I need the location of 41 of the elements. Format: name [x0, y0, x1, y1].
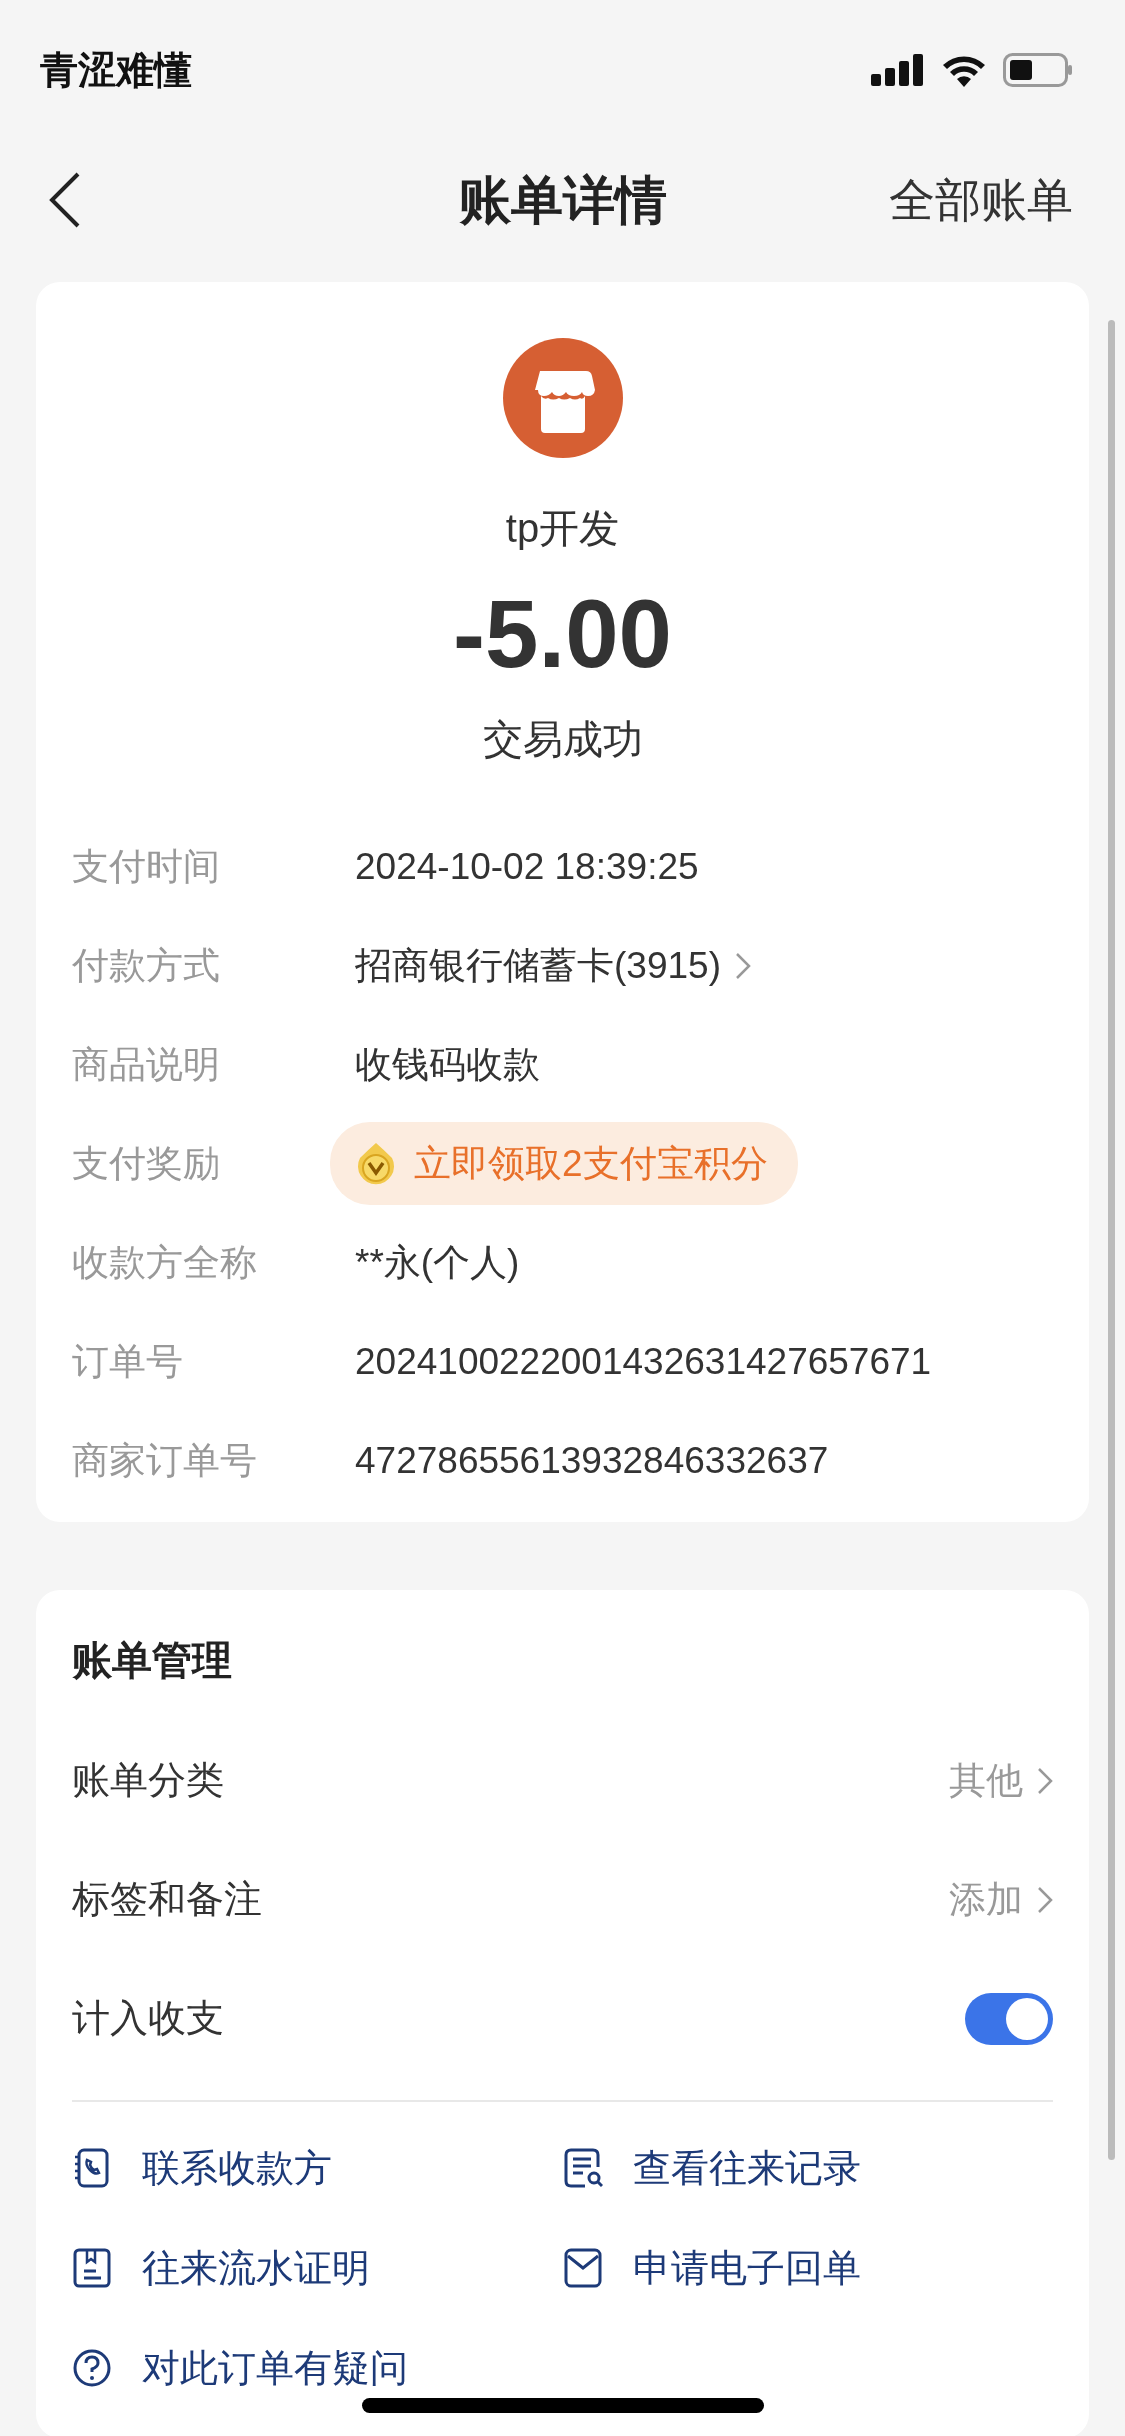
document-icon	[72, 2247, 112, 2290]
document-search-icon	[562, 2147, 603, 2190]
field-label: 支付时间	[72, 844, 221, 889]
section-title: 账单管理	[72, 1637, 233, 1685]
payment-method-link[interactable]: 招商银行储蓄卡(3915)	[355, 937, 751, 994]
all-bills-link[interactable]: 全部账单	[889, 165, 1073, 235]
chevron-icon	[734, 951, 751, 980]
coin-icon	[356, 1141, 396, 1186]
field-label: 收款方全称	[72, 1240, 258, 1285]
shop-icon	[502, 338, 623, 458]
phone-book-icon	[72, 2147, 112, 2190]
field-value: 47278655613932846332637	[355, 1438, 829, 1483]
field-label: 商家订单号	[72, 1438, 258, 1483]
field-value: 收钱码收款	[355, 1042, 540, 1087]
envelope-icon	[562, 2247, 603, 2290]
transaction-status: 交易成功	[482, 716, 643, 764]
status-text: 青涩难懂	[40, 47, 192, 93]
signal-icon	[871, 54, 925, 86]
amount: -5.00	[453, 579, 672, 689]
field-label: 支付奖励	[72, 1141, 221, 1186]
page-title: 账单详情	[458, 170, 667, 231]
action-link[interactable]: 申请电子回单	[562, 2218, 1053, 2319]
field-label: 商品说明	[72, 1042, 221, 1087]
row-label: 标签和备注	[72, 1877, 262, 1923]
merchant-name: tp开发	[505, 505, 620, 552]
wifi-icon	[941, 53, 987, 87]
action-link[interactable]: 查看往来记录	[562, 2118, 1053, 2219]
field-value: **永(个人)	[355, 1240, 520, 1285]
chevron-icon	[1037, 1885, 1053, 1914]
field-value: 2024-10-02 18:39:25	[355, 844, 699, 889]
field-label: 付款方式	[72, 943, 221, 988]
row-label: 计入收支	[72, 1996, 224, 2042]
action-link[interactable]: 对此订单有疑问	[72, 2318, 563, 2419]
field-label: 订单号	[72, 1339, 184, 1384]
toggle-switch[interactable]	[965, 1992, 1053, 2045]
action-link[interactable]: 往来流水证明	[72, 2218, 563, 2319]
field-value: 2024100222001432631427657671	[355, 1339, 932, 1384]
battery-icon	[1003, 53, 1073, 87]
action-link[interactable]: 联系收款方	[72, 2118, 563, 2219]
chevron-icon	[1037, 1766, 1053, 1795]
row-label: 账单分类	[72, 1758, 224, 1804]
